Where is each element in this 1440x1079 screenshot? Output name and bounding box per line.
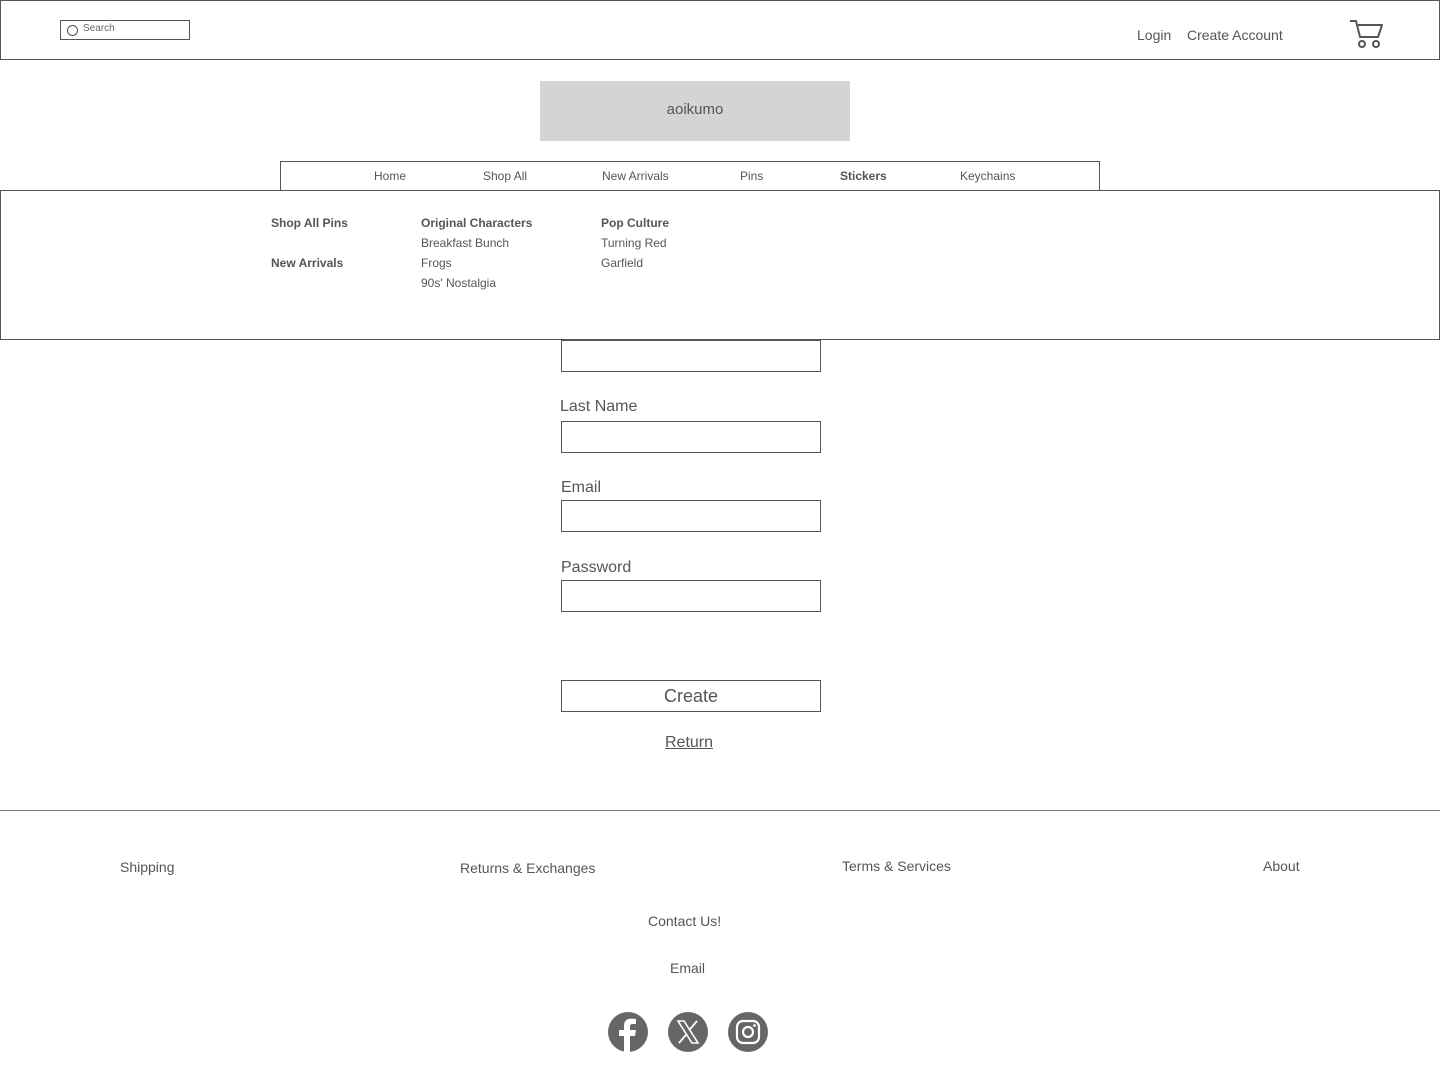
password-field[interactable] <box>561 580 821 612</box>
footer-shipping-link[interactable]: Shipping <box>120 859 175 875</box>
search-icon <box>67 25 78 36</box>
nav-pins[interactable]: Pins <box>740 169 763 183</box>
login-link[interactable]: Login <box>1137 27 1171 43</box>
nav-stickers[interactable]: Stickers <box>840 169 887 183</box>
nav-home[interactable]: Home <box>374 169 406 183</box>
cart-icon[interactable] <box>1348 17 1384 49</box>
return-link[interactable]: Return <box>665 734 713 752</box>
facebook-icon[interactable] <box>608 1012 648 1052</box>
search-placeholder: Search <box>83 23 115 34</box>
nav-keychains[interactable]: Keychains <box>960 169 1015 183</box>
menu-original-characters[interactable]: Original Characters <box>421 216 532 230</box>
footer-email-link[interactable]: Email <box>670 960 705 976</box>
footer-contact-heading: Contact Us! <box>648 913 722 929</box>
footer-divider <box>0 810 1440 811</box>
menu-shop-all-pins[interactable]: Shop All Pins <box>271 216 348 230</box>
email-label: Email <box>561 479 602 496</box>
menu-90s-nostalgia[interactable]: 90s' Nostalgia <box>421 276 496 290</box>
footer-returns-link[interactable]: Returns & Exchanges <box>460 860 595 876</box>
last-name-label: Last Name <box>560 398 638 415</box>
create-account-link[interactable]: Create Account <box>1187 27 1283 43</box>
menu-pop-culture[interactable]: Pop Culture <box>601 216 669 230</box>
email-field[interactable] <box>561 500 821 532</box>
site-logo[interactable]: aoikumo <box>540 81 850 141</box>
menu-turning-red[interactable]: Turning Red <box>601 236 667 250</box>
first-name-field[interactable] <box>561 340 821 372</box>
menu-new-arrivals[interactable]: New Arrivals <box>271 256 343 270</box>
menu-breakfast-bunch[interactable]: Breakfast Bunch <box>421 236 509 250</box>
footer-terms-link[interactable]: Terms & Services <box>842 858 951 874</box>
search-input[interactable]: Search <box>60 20 190 40</box>
create-button[interactable]: Create <box>561 680 821 712</box>
nav-new-arrivals[interactable]: New Arrivals <box>602 169 669 183</box>
menu-frogs[interactable]: Frogs <box>421 256 452 270</box>
x-icon[interactable] <box>668 1012 708 1052</box>
nav-shop-all[interactable]: Shop All <box>483 169 527 183</box>
password-label: Password <box>561 559 632 576</box>
mega-menu: Shop All Pins New Arrivals Original Char… <box>0 190 1440 340</box>
menu-garfield[interactable]: Garfield <box>601 256 643 270</box>
last-name-field[interactable] <box>561 421 821 453</box>
instagram-icon[interactable] <box>728 1012 768 1052</box>
footer-about-link[interactable]: About <box>1263 858 1300 874</box>
